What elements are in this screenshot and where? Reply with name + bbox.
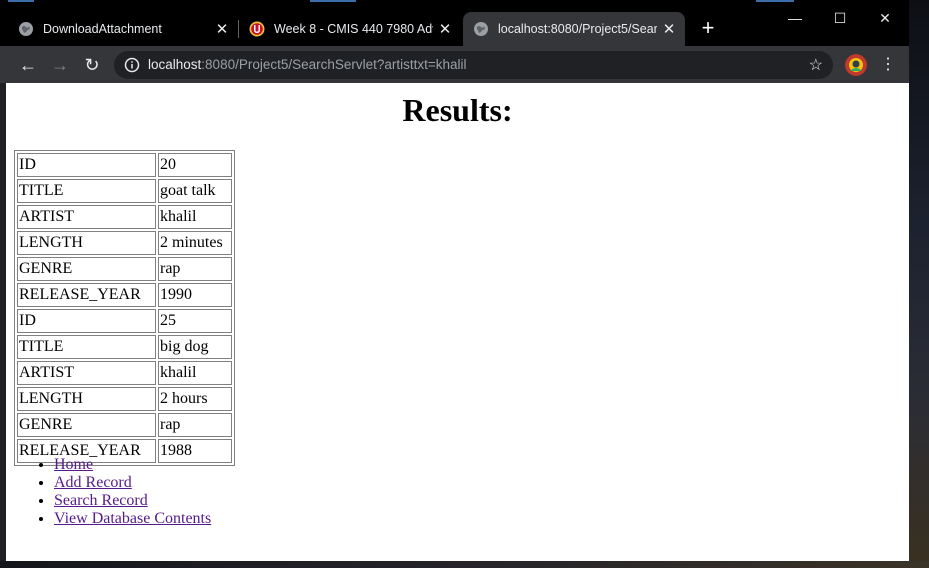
reload-icon[interactable]: ↻ [79, 52, 105, 78]
bookmark-star-icon[interactable]: ☆ [809, 55, 823, 75]
results-table: ID 20 TITLE goat talk ARTIST khalil LENGTH 2 mi… [14, 150, 235, 466]
tab-strip: DownloadAttachment ✕ Week 8 - CMIS 440 7… [0, 0, 909, 46]
field-value-cell: khalil [158, 205, 232, 229]
field-name-cell: ARTIST [17, 361, 156, 385]
forward-arrow-icon[interactable]: → [47, 52, 73, 78]
new-tab-icon[interactable]: + [696, 17, 720, 41]
table-row: GENRE rap [17, 413, 232, 437]
navigation-links: HomeAdd RecordSearch RecordView Database… [14, 456, 211, 528]
results-table-body: ID 20 TITLE goat talk ARTIST khalil LENGTH 2 mi… [17, 153, 232, 463]
browser-toolbar: ← → ↻ localhost:8080/Project5/SearchServ… [0, 46, 909, 83]
field-name-cell: LENGTH [17, 387, 156, 411]
maximize-icon[interactable]: ☐ [817, 6, 863, 30]
field-value-cell: 20 [158, 153, 232, 177]
table-row: ARTIST khalil [17, 205, 232, 229]
globe-icon [474, 22, 488, 36]
close-tab-icon[interactable]: ✕ [210, 20, 234, 38]
list-item: Home [54, 456, 211, 474]
field-name-cell: LENGTH [17, 231, 156, 255]
field-name-cell: TITLE [17, 179, 156, 203]
tab-download-attachment[interactable]: DownloadAttachment ✕ [8, 12, 238, 46]
close-tab-icon[interactable]: ✕ [433, 20, 457, 38]
add-record-link[interactable]: Add Record [54, 474, 132, 491]
field-value-cell: 2 minutes [158, 231, 232, 255]
more-menu-icon[interactable]: ⋮ [878, 52, 898, 78]
page-title: Results: [402, 92, 513, 128]
field-name-cell: ARTIST [17, 205, 156, 229]
url-path: :8080/Project5/SearchServlet?artisttxt=k… [201, 57, 467, 72]
address-bar[interactable]: localhost:8080/Project5/SearchServlet?ar… [114, 51, 833, 79]
field-value-cell: 25 [158, 309, 232, 333]
back-arrow-icon[interactable]: ← [15, 52, 41, 78]
field-name-cell: ID [17, 153, 156, 177]
table-row: TITLE big dog [17, 335, 232, 359]
field-value-cell: rap [158, 413, 232, 437]
taskbar-accent [8, 0, 34, 2]
taskbar-accent [310, 0, 356, 2]
field-value-cell: big dog [158, 335, 232, 359]
home-link[interactable]: Home [54, 456, 93, 473]
page-content: Results: ID 20 TITLE goat talk ARTIST khalil L… [6, 83, 909, 561]
field-value-cell: goat talk [158, 179, 232, 203]
table-row: RELEASE_YEAR 1990 [17, 283, 232, 307]
tab-title: DownloadAttachment [43, 22, 162, 36]
table-row: ID 20 [17, 153, 232, 177]
close-tab-icon[interactable]: ✕ [657, 20, 681, 38]
list-item: Add Record [54, 474, 211, 492]
profile-avatar-icon[interactable] [845, 54, 867, 76]
close-window-icon[interactable]: ✕ [862, 6, 908, 30]
field-name-cell: ID [17, 309, 156, 333]
globe-icon [19, 22, 33, 36]
tab-title: localhost:8080/Project5/Searc [498, 22, 657, 36]
table-row: GENRE rap [17, 257, 232, 281]
umuc-icon [249, 21, 265, 37]
field-name-cell: RELEASE_YEAR [17, 283, 156, 307]
url-text: localhost:8080/Project5/SearchServlet?ar… [148, 57, 467, 72]
minimize-icon[interactable]: — [772, 6, 818, 30]
taskbar-accent [756, 0, 794, 2]
table-row: ARTIST khalil [17, 361, 232, 385]
field-value-cell: 2 hours [158, 387, 232, 411]
tab-title: Week 8 - CMIS 440 7980 Adva [274, 22, 433, 36]
info-icon[interactable] [124, 57, 140, 73]
table-row: LENGTH 2 hours [17, 387, 232, 411]
field-name-cell: GENRE [17, 257, 156, 281]
field-value-cell: rap [158, 257, 232, 281]
field-value-cell: khalil [158, 361, 232, 385]
browser-window: DownloadAttachment ✕ Week 8 - CMIS 440 7… [0, 0, 909, 561]
view-database-contents-link[interactable]: View Database Contents [54, 510, 211, 527]
field-name-cell: TITLE [17, 335, 156, 359]
table-row: ID 25 [17, 309, 232, 333]
search-record-link[interactable]: Search Record [54, 492, 148, 509]
desktop-background-bottom [0, 561, 929, 568]
list-item: View Database Contents [54, 510, 211, 528]
url-host: localhost [148, 57, 202, 72]
field-name-cell: GENRE [17, 413, 156, 437]
table-row: LENGTH 2 minutes [17, 231, 232, 255]
list-item: Search Record [54, 492, 211, 510]
field-value-cell: 1990 [158, 283, 232, 307]
desktop-background [909, 0, 929, 568]
tab-localhost-search[interactable]: localhost:8080/Project5/Searc ✕ [463, 12, 685, 46]
table-row: TITLE goat talk [17, 179, 232, 203]
tab-week-8[interactable]: Week 8 - CMIS 440 7980 Adva ✕ [239, 12, 461, 46]
